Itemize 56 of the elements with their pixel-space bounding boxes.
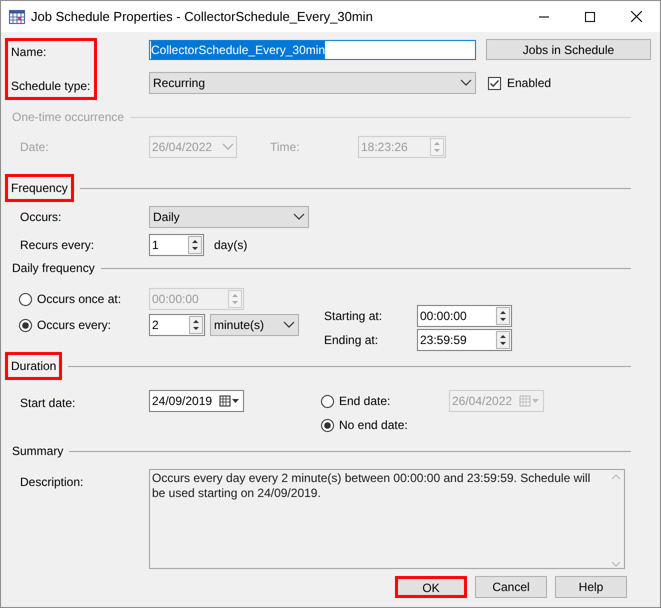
radio-label: No end date: bbox=[339, 417, 408, 434]
description-label: Description: bbox=[20, 474, 84, 491]
radio-label: Occurs once at: bbox=[37, 291, 122, 308]
calendar-icon bbox=[519, 395, 541, 407]
section-heading: Summary bbox=[12, 443, 64, 460]
start-date-field[interactable]: 24/09/2019 bbox=[149, 390, 244, 412]
dialog-button[interactable]: OK bbox=[395, 576, 467, 598]
schedule-type-label: Schedule type: bbox=[11, 78, 92, 95]
interval-unit-dropdown[interactable]: minute(s) bbox=[210, 314, 299, 336]
section-heading: Daily frequency bbox=[12, 260, 95, 277]
spin-arrows-icon[interactable] bbox=[189, 316, 203, 334]
schedule-type-dropdown[interactable]: Recurring bbox=[149, 72, 476, 94]
ending-at-field[interactable]: 23:59:59 bbox=[417, 329, 512, 351]
section-heading: One-time occurrence bbox=[12, 109, 124, 126]
chevron-down-icon bbox=[222, 143, 234, 151]
jobs-in-schedule-button[interactable]: Jobs in Schedule bbox=[486, 39, 651, 60]
table-icon bbox=[9, 10, 25, 24]
occurs-dropdown[interactable]: Daily bbox=[149, 206, 309, 228]
description-field[interactable]: Occurs every day every 2 minute(s) between 00:00:00 and 23:59:59. Schedule will be used starting on 24/09/2019. bbox=[149, 469, 625, 569]
section-heading: Frequency bbox=[5, 174, 74, 202]
recurs-every-field[interactable]: 1 bbox=[149, 234, 204, 256]
recurs-every-label: Recurs every: bbox=[20, 237, 96, 254]
recurs-unit-label: day(s) bbox=[214, 237, 248, 254]
radio-label: Occurs every: bbox=[37, 317, 112, 334]
spin-arrows-icon[interactable] bbox=[496, 331, 510, 349]
checkbox[interactable] bbox=[488, 76, 501, 90]
name-field[interactable]: CollectorSchedule_Every_30min bbox=[149, 40, 476, 60]
ending-at-label: Ending at: bbox=[324, 332, 380, 349]
radio-button[interactable] bbox=[321, 418, 334, 432]
radio-label: End date: bbox=[339, 393, 390, 410]
spin-arrows-icon[interactable] bbox=[188, 236, 202, 254]
radio-button[interactable] bbox=[19, 292, 32, 306]
maximize-icon[interactable] bbox=[585, 12, 595, 22]
date-label: Date: bbox=[20, 139, 50, 156]
chevron-down-icon bbox=[283, 321, 295, 329]
window-title: Job Schedule Properties - CollectorSchedule_Every_30min bbox=[31, 8, 374, 26]
chevron-down-icon bbox=[460, 79, 472, 87]
chevron-down-icon bbox=[293, 213, 305, 221]
time-label: Time: bbox=[270, 139, 301, 156]
calendar-icon bbox=[219, 395, 241, 407]
name-value: CollectorSchedule_Every_30min bbox=[151, 40, 326, 58]
section-heading: Duration bbox=[5, 352, 62, 380]
spin-arrows-icon[interactable] bbox=[496, 307, 510, 325]
description-text: Occurs every day every 2 minute(s) between 00:00:00 and 23:59:59. Schedule will be used starting on 24/09/2019. bbox=[151, 470, 592, 502]
starting-at-field[interactable]: 00:00:00 bbox=[417, 305, 512, 327]
interval-field[interactable]: 2 bbox=[149, 314, 205, 336]
close-icon[interactable] bbox=[631, 11, 642, 22]
radio-button[interactable] bbox=[321, 394, 334, 408]
start-date-label: Start date: bbox=[20, 395, 76, 412]
dialog-button[interactable]: Help bbox=[555, 576, 627, 598]
name-label: Name: bbox=[11, 44, 48, 61]
occurs-label: Occurs: bbox=[20, 209, 62, 226]
starting-at-label: Starting at: bbox=[324, 308, 384, 325]
dialog-button[interactable]: Cancel bbox=[475, 576, 547, 598]
enabled-label: Enabled bbox=[507, 75, 552, 92]
radio-button[interactable] bbox=[19, 318, 32, 332]
